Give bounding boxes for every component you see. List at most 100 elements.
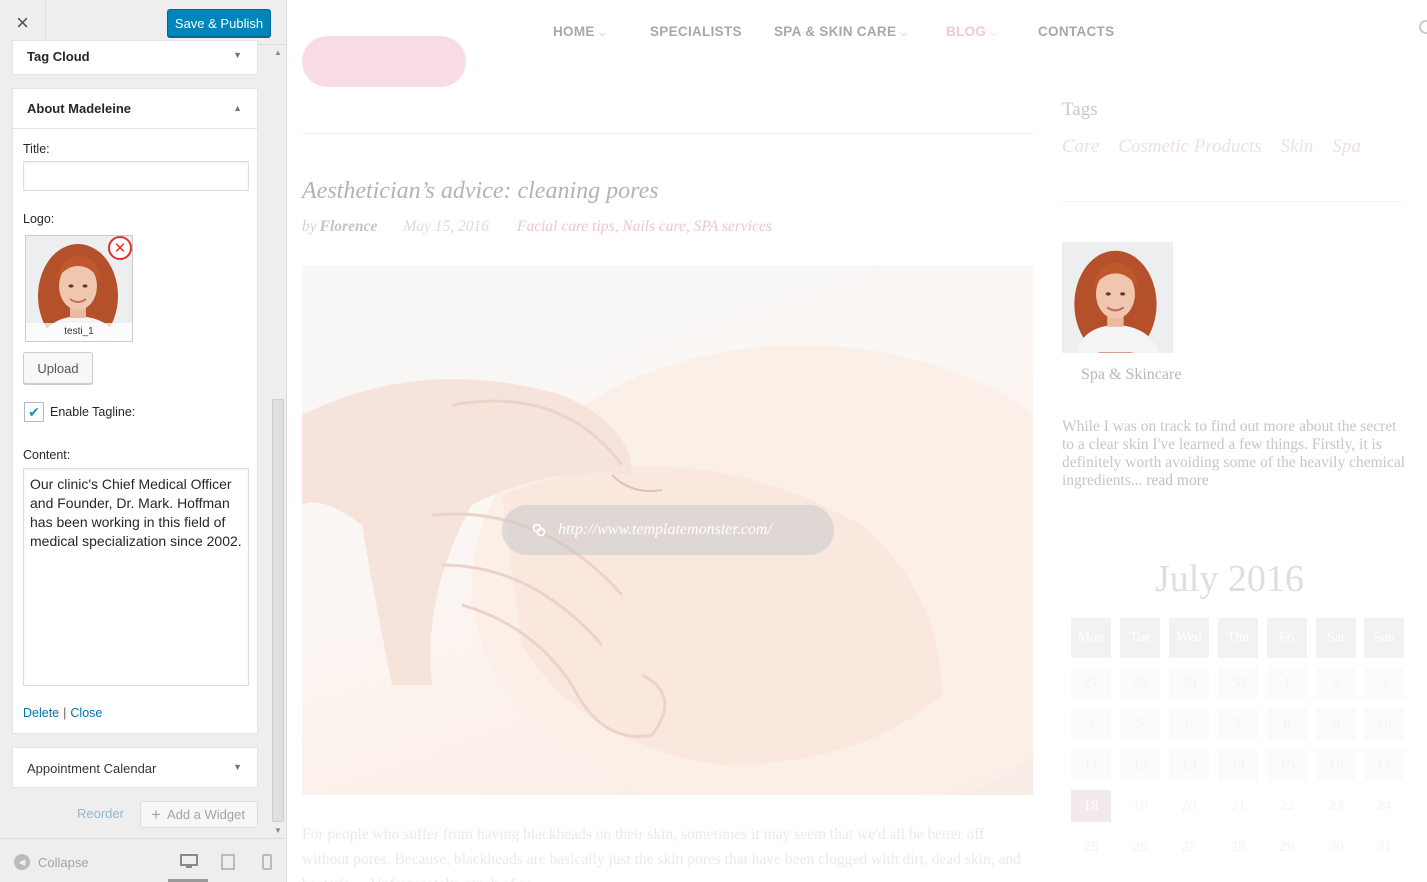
nav-home-label: HOME bbox=[553, 24, 595, 39]
calendar-day[interactable]: 16 bbox=[1316, 749, 1356, 781]
calendar-day[interactable]: 6 bbox=[1169, 708, 1209, 740]
link-icon bbox=[532, 523, 546, 537]
chevron-down-icon[interactable]: ▼ bbox=[233, 762, 242, 772]
divider bbox=[1062, 201, 1402, 202]
calendar-day[interactable]: 17 bbox=[1364, 749, 1404, 781]
close-icon: × bbox=[16, 9, 29, 35]
calendar-day[interactable]: 27 bbox=[1071, 667, 1111, 699]
enable-tagline-checkbox[interactable]: ✔ bbox=[24, 402, 44, 422]
upload-button[interactable]: Upload bbox=[23, 352, 93, 384]
tags-heading: Tags bbox=[1062, 99, 1098, 120]
calendar-weekday: Fri bbox=[1267, 618, 1307, 658]
logo-caption: testi_1 bbox=[26, 323, 132, 341]
post-title[interactable]: Aesthetician’s advice: cleaning pores bbox=[302, 178, 659, 205]
sidebar-scrollbar-thumb[interactable] bbox=[272, 399, 284, 822]
calendar-weekday: Sat bbox=[1316, 618, 1356, 658]
calendar-day[interactable]: 23 bbox=[1316, 790, 1356, 822]
collapse-label: Collapse bbox=[38, 854, 89, 870]
tag-link[interactable]: Care bbox=[1062, 136, 1099, 157]
logo-label: Logo: bbox=[23, 212, 55, 226]
calendar-day[interactable]: 30 bbox=[1316, 831, 1356, 863]
post-author[interactable]: Florence bbox=[320, 218, 378, 235]
chevron-down-icon: ⌵ bbox=[900, 28, 908, 38]
calendar-day[interactable]: 27 bbox=[1169, 831, 1209, 863]
customizer-sidebar: × Save & Publish Tag Cloud ▼ About Madel… bbox=[0, 0, 287, 882]
save-publish-button[interactable]: Save & Publish bbox=[167, 9, 271, 37]
widget-about-header[interactable]: About Madeleine ▲ bbox=[13, 89, 257, 129]
mobile-icon bbox=[262, 854, 272, 870]
calendar-day[interactable]: 2 bbox=[1316, 667, 1356, 699]
widget-tag-cloud-header[interactable]: Tag Cloud ▼ bbox=[13, 41, 257, 71]
calendar-day[interactable]: 30 bbox=[1218, 667, 1258, 699]
tablet-preview-button[interactable] bbox=[217, 852, 239, 872]
post-excerpt: For people who suffer from having blackh… bbox=[302, 826, 1021, 882]
calendar-day[interactable]: 28 bbox=[1120, 667, 1160, 699]
post-meta: by Florence May 15, 2016 Facial care tips, … bbox=[302, 218, 772, 236]
calendar-day[interactable]: 7 bbox=[1218, 708, 1258, 740]
calendar-day[interactable]: 4 bbox=[1071, 708, 1111, 740]
calendar-day[interactable]: 9 bbox=[1316, 708, 1356, 740]
title-input[interactable] bbox=[23, 161, 249, 191]
tag-link[interactable]: Skin bbox=[1281, 136, 1314, 157]
collapse-arrow-icon: ◀ bbox=[14, 854, 30, 870]
widget-appointment-calendar-header[interactable]: Appointment Calendar ▼ bbox=[13, 748, 257, 788]
calendar-day[interactable]: 14 bbox=[1218, 749, 1258, 781]
remove-logo-button[interactable]: ✕ bbox=[108, 236, 132, 260]
calendar-day[interactable]: 26 bbox=[1120, 831, 1160, 863]
calendar-day[interactable]: 10 bbox=[1364, 708, 1404, 740]
desktop-preview-button[interactable] bbox=[178, 852, 200, 872]
calendar-day[interactable]: 15 bbox=[1267, 749, 1307, 781]
calendar-day[interactable]: 29 bbox=[1169, 667, 1209, 699]
nav-spa-skin-care[interactable]: SPA & SKIN CARE ⌵ bbox=[774, 24, 907, 39]
content-textarea[interactable]: Our clinic's Chief Medical Officer and F… bbox=[23, 468, 249, 686]
add-widget-button[interactable]: + Add a Widget bbox=[140, 801, 258, 828]
about-photo bbox=[1062, 242, 1173, 353]
calendar-day-today[interactable]: 18 bbox=[1071, 790, 1111, 822]
scroll-up-icon[interactable]: ▲ bbox=[274, 48, 282, 57]
calendar-day[interactable]: 5 bbox=[1120, 708, 1160, 740]
delete-link[interactable]: Delete bbox=[23, 706, 59, 720]
remove-icon: ✕ bbox=[113, 239, 127, 257]
calendar-day[interactable]: 3 bbox=[1364, 667, 1404, 699]
calendar-day[interactable]: 8 bbox=[1267, 708, 1307, 740]
nav-home[interactable]: HOME ⌵ bbox=[553, 24, 606, 39]
reorder-link[interactable]: Reorder bbox=[77, 806, 124, 821]
calendar-day[interactable]: 29 bbox=[1267, 831, 1307, 863]
close-customizer-button[interactable]: × bbox=[0, 0, 46, 45]
calendar-day[interactable]: 1 bbox=[1267, 667, 1307, 699]
mobile-preview-button[interactable] bbox=[256, 852, 278, 872]
calendar-day[interactable]: 12 bbox=[1120, 749, 1160, 781]
calendar-day[interactable]: 20 bbox=[1169, 790, 1209, 822]
nav-contacts[interactable]: CONTACTS bbox=[1038, 24, 1114, 39]
collapse-button[interactable]: ◀ Collapse bbox=[14, 854, 89, 870]
calendar-day[interactable]: 31 bbox=[1364, 831, 1404, 863]
search-icon[interactable] bbox=[1419, 20, 1427, 34]
about-body: While I was on track to find out more ab… bbox=[1062, 418, 1406, 489]
nav-specialists[interactable]: SPECIALISTS bbox=[650, 24, 742, 39]
calendar-day[interactable]: 21 bbox=[1218, 790, 1258, 822]
calendar-day[interactable]: 13 bbox=[1169, 749, 1209, 781]
calendar-day[interactable]: 19 bbox=[1120, 790, 1160, 822]
close-widget-link[interactable]: Close bbox=[70, 706, 102, 720]
post-categories[interactable]: Facial care tips, Nails care, SPA servic… bbox=[517, 218, 772, 235]
calendar-day[interactable]: 25 bbox=[1071, 831, 1111, 863]
widget-appointment-calendar[interactable]: Appointment Calendar ▼ bbox=[12, 747, 258, 788]
calendar-day[interactable]: 24 bbox=[1364, 790, 1404, 822]
tag-link[interactable]: Spa bbox=[1332, 136, 1361, 157]
calendar-day[interactable]: 22 bbox=[1267, 790, 1307, 822]
desktop-icon bbox=[180, 854, 198, 868]
widget-title: About Madeleine bbox=[27, 101, 132, 116]
post-link-pill[interactable]: http://www.templatemonster.com/ bbox=[502, 505, 834, 555]
chevron-down-icon[interactable]: ▼ bbox=[233, 50, 242, 60]
tag-link[interactable]: Cosmetic Products bbox=[1118, 136, 1261, 157]
add-widget-label: Add a Widget bbox=[166, 807, 245, 822]
calendar-day[interactable]: 11 bbox=[1071, 749, 1111, 781]
nav-blog[interactable]: BLOG ⌵ bbox=[946, 24, 997, 39]
scroll-down-icon[interactable]: ▼ bbox=[274, 826, 282, 835]
widget-tag-cloud[interactable]: Tag Cloud ▼ bbox=[12, 40, 258, 75]
chevron-up-icon[interactable]: ▲ bbox=[233, 103, 242, 113]
read-more-button[interactable] bbox=[302, 36, 466, 87]
post-date[interactable]: May 15, 2016 bbox=[403, 218, 489, 235]
read-more-link[interactable]: read more bbox=[1146, 472, 1208, 489]
calendar-day[interactable]: 28 bbox=[1218, 831, 1258, 863]
